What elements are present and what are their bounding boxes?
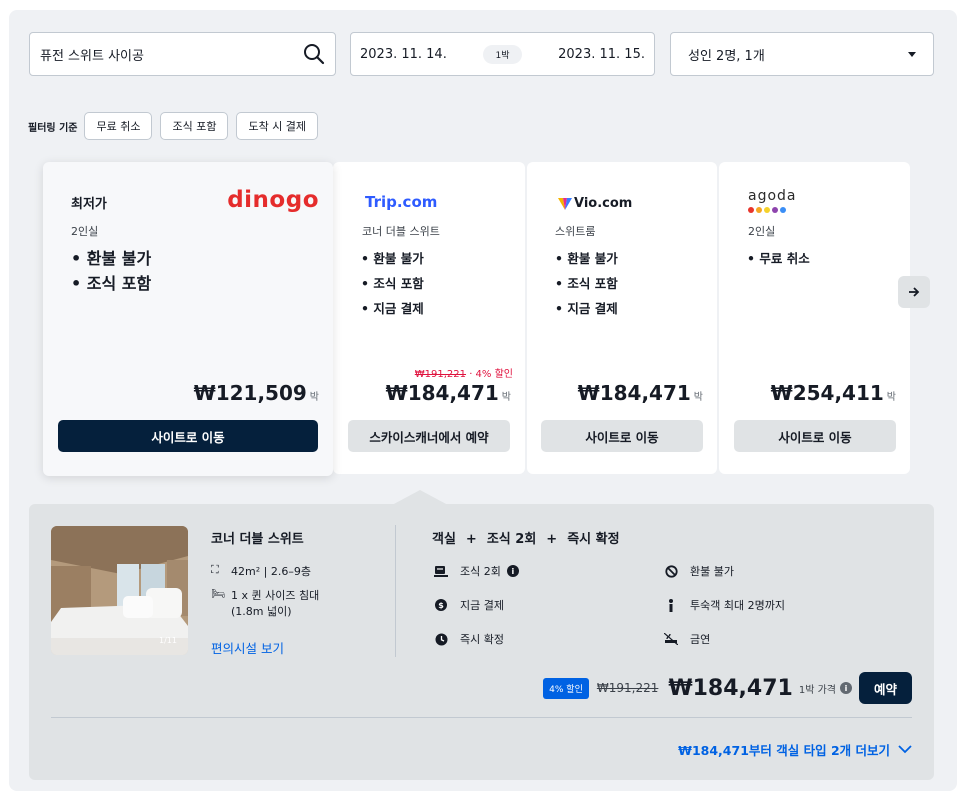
next-arrow-button[interactable]: [898, 276, 930, 308]
divider: [51, 717, 912, 718]
offer-price: ₩254,411 박: [771, 381, 896, 405]
feature-list: • 환불 불가 • 조식 포함 • 지금 결제: [361, 246, 424, 321]
amenity-instant-confirm: 즉시 확정: [432, 631, 504, 647]
info-icon[interactable]: i: [506, 565, 519, 577]
guests-value: 성인 2명, 1개: [688, 48, 765, 64]
room-type-label: 2인실: [748, 225, 776, 238]
feature-item: • 지금 결제: [361, 301, 424, 316]
search-icon[interactable]: [303, 43, 325, 65]
room-price: ₩184,471: [668, 675, 793, 701]
room-bed: 🛏 1 x 퀸 사이즈 침대 (1.8m 넓이): [211, 587, 320, 618]
caret-down-icon: [908, 51, 916, 57]
vio-logo: Vio.com: [574, 196, 633, 211]
feature-item: • 조식 포함: [361, 276, 424, 291]
original-price: ₩191,221: [596, 681, 659, 695]
check-out-date: 2023. 11. 15.: [558, 46, 645, 62]
price-unit: 박: [501, 392, 511, 403]
reserve-button[interactable]: 예약: [859, 672, 912, 704]
prohibited-icon: [662, 564, 680, 578]
no-smoking-icon: [662, 632, 680, 646]
divider: [395, 525, 396, 657]
room-size: ⛶ 42m² | 2.6–9층: [211, 563, 311, 578]
room-type-label: 스위트룸: [555, 225, 596, 238]
room-detail-panel: 1/11 코너 더블 스위트 ⛶ 42m² | 2.6–9층 🛏 1 x 퀸 사…: [29, 504, 934, 780]
filter-bar: 필터링 기준 무료 취소 조식 포함 도착 시 결제: [28, 112, 326, 140]
filter-label: 필터링 기준: [28, 122, 78, 134]
arrow-right-icon: [909, 287, 920, 297]
price-unit: 박: [693, 392, 703, 403]
room-price-row: 4% 할인 ₩191,221 ₩184,471 1박 가격 i 예약: [543, 672, 912, 704]
price-unit: 박: [309, 392, 319, 403]
amenity-max-guests: 투숙객 최대 2명까지: [662, 597, 785, 613]
vio-logo-wrap: Vio.com: [558, 196, 632, 211]
agoda-dots: [748, 207, 786, 213]
offer-card-tripcom: Trip.com 코너 더블 스위트 • 환불 불가 • 조식 포함 • 지금 …: [333, 162, 525, 474]
amenity-non-refundable: 환불 불가: [662, 563, 734, 579]
photo-counter: 1/11: [159, 636, 177, 645]
more-room-types-link[interactable]: ₩184,471부터 객실 타입 2개 더보기: [678, 740, 912, 759]
person-icon: [662, 598, 680, 612]
room-type-label: 코너 더블 스위트: [362, 225, 440, 238]
price-value: ₩121,509: [193, 381, 307, 405]
view-amenities-link[interactable]: 편의시설 보기: [211, 638, 284, 657]
go-to-site-button[interactable]: 사이트로 이동: [734, 420, 896, 452]
original-price: ₩191,221 · 4% 할인: [414, 369, 513, 380]
package-combo: 객실 + 조식 2회 + 즉시 확정: [432, 532, 620, 547]
dollar-icon: $: [432, 598, 450, 612]
filter-chip-pay-at-arrival[interactable]: 도착 시 결제: [236, 112, 319, 140]
agoda-logo: agoda: [748, 188, 797, 204]
best-price-title: 최저가: [71, 197, 107, 212]
book-on-skyscanner-button[interactable]: 스카이스캐너에서 예약: [348, 420, 510, 452]
detail-pointer: [392, 490, 448, 505]
offer-price: ₩184,471 박: [578, 381, 703, 405]
best-price-card: 최저가 dinogo 2인실 • 환불 불가 • 조식 포함 ₩121,509 박…: [43, 162, 333, 476]
chevron-down-icon: [898, 745, 912, 754]
price-value: ₩254,411: [770, 381, 884, 405]
nights-badge: 1박: [483, 44, 522, 64]
discount-badge: 4% 할인: [543, 677, 589, 699]
feature-item: • 환불 불가: [361, 251, 424, 266]
feature-item: • 조식 포함: [71, 274, 152, 293]
feature-item: • 환불 불가: [71, 249, 152, 268]
filter-chip-breakfast[interactable]: 조식 포함: [160, 112, 229, 140]
room-name: 코너 더블 스위트: [211, 532, 304, 547]
price-value: ₩184,471: [385, 381, 499, 405]
dinogo-logo: dinogo: [227, 187, 319, 213]
feature-item: • 조식 포함: [555, 276, 618, 291]
clock-icon: [432, 632, 450, 646]
breakfast-icon: [432, 564, 450, 578]
feature-item: • 지금 결제: [555, 301, 618, 316]
price-unit: 1박 가격: [798, 684, 836, 696]
feature-item: • 환불 불가: [555, 251, 618, 266]
price-value: ₩184,471: [577, 381, 691, 405]
info-icon[interactable]: i: [840, 682, 852, 694]
offer-card-agoda: agoda 2인실 • 무료 취소 ₩254,411 박 사이트로 이동: [719, 162, 910, 474]
filter-chip-free-cancel[interactable]: 무료 취소: [84, 112, 153, 140]
offer-price: ₩184,471 박: [386, 381, 511, 405]
room-type-label: 2인실: [71, 225, 99, 238]
feature-list: • 환불 불가 • 조식 포함 • 지금 결제: [555, 246, 618, 321]
go-to-site-button[interactable]: 사이트로 이동: [541, 420, 703, 452]
bed-icon: 🛏: [211, 587, 225, 600]
vio-logo-icon: [558, 197, 572, 210]
feature-list: • 무료 취소: [747, 246, 810, 271]
expand-icon: ⛶: [211, 563, 219, 576]
destination-value: 퓨전 스위트 사이공: [40, 48, 144, 64]
feature-list: • 환불 불가 • 조식 포함: [71, 246, 151, 296]
offer-card-vio: Vio.com 스위트룸 • 환불 불가 • 조식 포함 • 지금 결제 ₩18…: [527, 162, 717, 474]
date-range-input[interactable]: 2023. 11. 14. 1박 2023. 11. 15.: [350, 32, 655, 76]
best-price: ₩121,509 박: [194, 381, 319, 405]
guests-select[interactable]: 성인 2명, 1개: [670, 32, 934, 76]
check-in-date: 2023. 11. 14.: [360, 46, 447, 62]
destination-input[interactable]: 퓨전 스위트 사이공: [29, 32, 336, 76]
amenity-breakfast: 조식 2회 i: [432, 563, 519, 579]
price-unit: 박: [886, 392, 896, 403]
amenity-non-smoking: 금연: [662, 631, 710, 647]
amenity-pay-now: $ 지금 결제: [432, 597, 504, 613]
feature-item: • 무료 취소: [747, 251, 810, 266]
go-to-site-button[interactable]: 사이트로 이동: [58, 420, 318, 452]
tripcom-logo: Trip.com: [365, 193, 438, 211]
